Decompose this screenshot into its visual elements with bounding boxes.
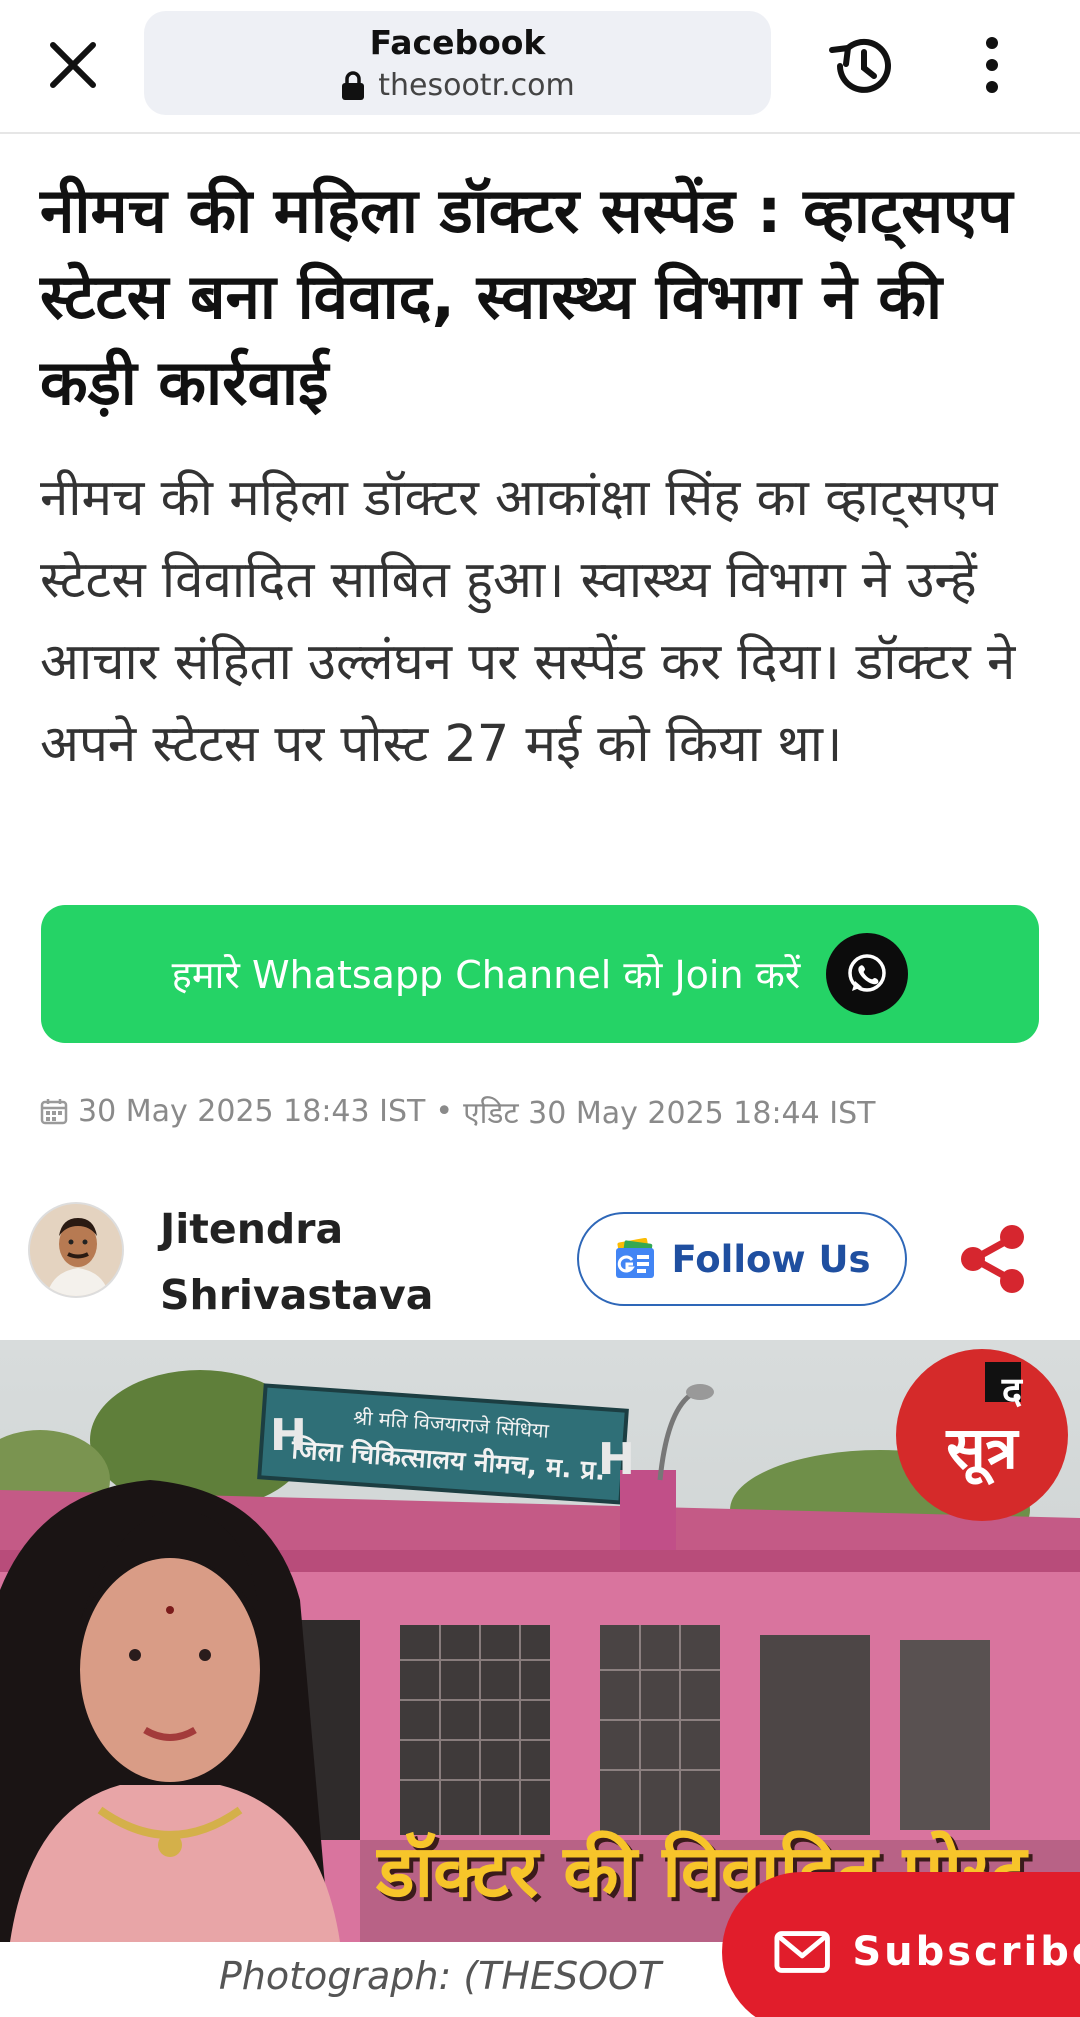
subscribe-button[interactable]: Subscribe	[722, 1872, 1080, 2017]
url-host: thesootr.com	[378, 68, 575, 103]
sootr-logo-top: द	[1001, 1369, 1023, 1413]
whatsapp-icon	[826, 933, 909, 1015]
close-tab-button[interactable]	[38, 30, 108, 100]
author-last-name: Shrivastava	[160, 1271, 434, 1319]
history-button[interactable]	[820, 28, 900, 104]
date-separator: •	[435, 1093, 454, 1129]
google-news-icon	[616, 1238, 655, 1278]
article-headline: नीमच की महिला डॉक्टर सस्पेंड : व्हाट्सएप…	[40, 174, 1013, 419]
subscribe-label: Subscribe	[852, 1929, 1080, 1975]
sootr-logo: द सूत्र	[900, 1354, 1064, 1518]
article-dateline: 30 May 2025 18:43 IST • एडिट 30 May 2025…	[40, 1088, 876, 1134]
share-icon	[961, 1225, 1024, 1293]
hero-sign-letter-left: H	[270, 1410, 307, 1461]
article-hero-image[interactable]: श्री मति विजयाराजे सिंधिया जिला चिकित्सा…	[0, 1340, 1080, 1942]
sootr-logo-main: सूत्र	[946, 1414, 1018, 1482]
close-icon	[50, 42, 96, 88]
browser-toolbar: Facebook thesootr.com	[0, 0, 1080, 134]
more-options-button[interactable]	[962, 30, 1022, 100]
author-avatar[interactable]	[28, 1202, 124, 1298]
whatsapp-channel-label: हमारे Whatsapp Channel को Join करें	[171, 953, 801, 997]
share-button[interactable]	[958, 1222, 1028, 1296]
author-row: Jitendra Shrivastava Follow Us	[0, 1182, 1080, 1332]
author-name[interactable]: Jitendra Shrivastava	[160, 1196, 433, 1328]
image-caption-text: Photograph: (THESOOT	[218, 1954, 662, 1998]
hero-sign-letter-right: H	[598, 1434, 635, 1485]
more-vert-icon	[986, 37, 998, 93]
follow-us-button[interactable]: Follow Us	[577, 1212, 907, 1306]
mail-icon	[774, 1931, 830, 1973]
lock-icon	[342, 70, 365, 100]
page-title: Facebook	[369, 23, 546, 62]
address-bar[interactable]: Facebook thesootr.com	[144, 11, 771, 115]
history-icon	[829, 38, 891, 93]
calendar-icon	[40, 1099, 68, 1125]
published-date: 30 May 2025 18:43 IST	[78, 1093, 426, 1129]
edited-date: एडिट 30 May 2025 18:44 IST	[463, 1095, 876, 1131]
author-first-name: Jitendra	[160, 1205, 344, 1253]
article-summary: नीमच की महिला डॉक्टर आकांक्षा सिंह का व्…	[40, 469, 1016, 774]
whatsapp-channel-button[interactable]: हमारे Whatsapp Channel को Join करें	[41, 905, 1039, 1043]
follow-us-label: Follow Us	[671, 1237, 871, 1281]
